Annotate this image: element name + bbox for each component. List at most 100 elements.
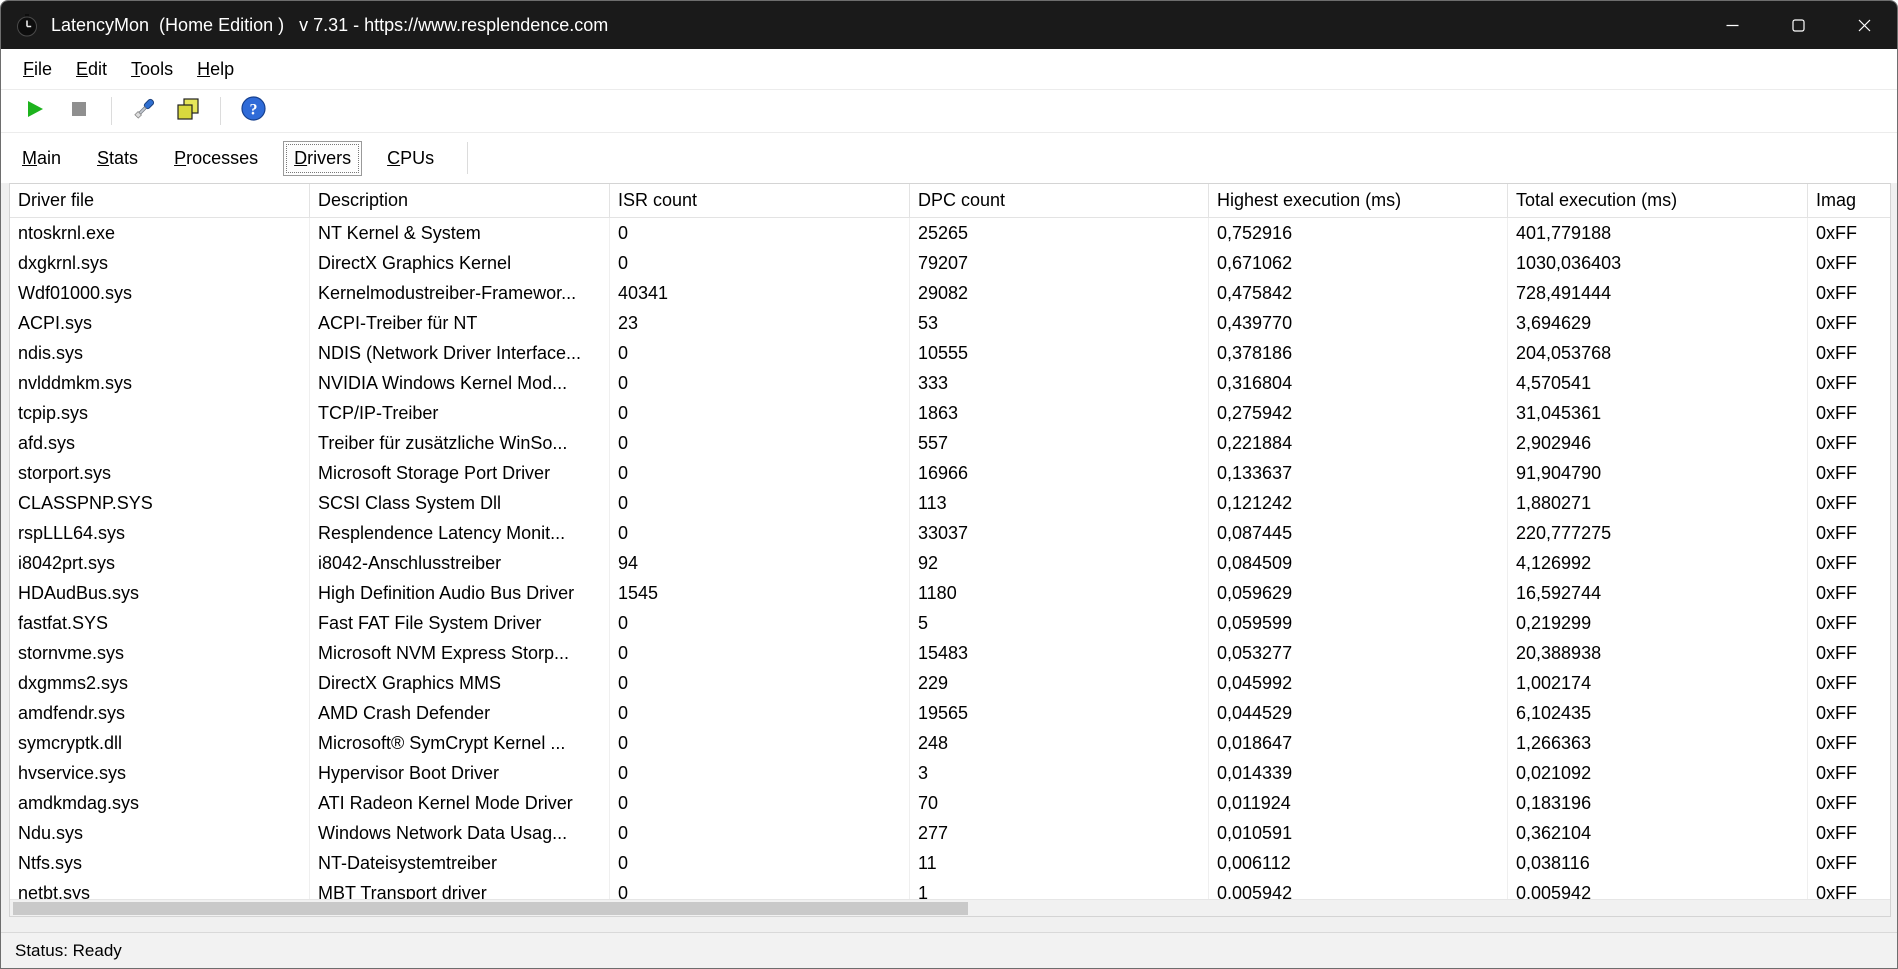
- stop-monitor-button[interactable]: [57, 92, 101, 130]
- table-cell: dxgmms2.sys: [10, 668, 310, 698]
- table-cell: 1863: [910, 398, 1209, 428]
- table-row[interactable]: ndis.sysNDIS (Network Driver Interface..…: [10, 338, 1890, 368]
- table-cell: 0,010591: [1209, 818, 1508, 848]
- drivers-table-body: ntoskrnl.exeNT Kernel & System0252650,75…: [10, 218, 1890, 899]
- table-row[interactable]: symcryptk.dllMicrosoft® SymCrypt Kernel …: [10, 728, 1890, 758]
- table-cell: 6,102435: [1508, 698, 1808, 728]
- table-cell: ntoskrnl.exe: [10, 218, 310, 248]
- options-button[interactable]: [122, 92, 166, 130]
- table-cell: amdkmdag.sys: [10, 788, 310, 818]
- table-row[interactable]: netbt.sysMBT Transport driver010,0059420…: [10, 878, 1890, 899]
- table-row[interactable]: nvlddmkm.sysNVIDIA Windows Kernel Mod...…: [10, 368, 1890, 398]
- table-cell: 11: [910, 848, 1209, 878]
- table-cell: 0,183196: [1508, 788, 1808, 818]
- table-cell: Ndu.sys: [10, 818, 310, 848]
- column-header-2[interactable]: ISR count: [610, 184, 910, 218]
- table-cell: 0,018647: [1209, 728, 1508, 758]
- table-cell: 1,266363: [1508, 728, 1808, 758]
- table-row[interactable]: i8042prt.sysi8042-Anschlusstreiber94920,…: [10, 548, 1890, 578]
- table-cell: 16,592744: [1508, 578, 1808, 608]
- table-cell: AMD Crash Defender: [310, 698, 610, 728]
- tab-cpus[interactable]: CPUs: [376, 141, 445, 176]
- menu-help[interactable]: Help: [185, 55, 246, 84]
- table-row[interactable]: HDAudBus.sysHigh Definition Audio Bus Dr…: [10, 578, 1890, 608]
- table-row[interactable]: dxgmms2.sysDirectX Graphics MMS02290,045…: [10, 668, 1890, 698]
- table-cell: ndis.sys: [10, 338, 310, 368]
- table-row[interactable]: ACPI.sysACPI-Treiber für NT23530,4397703…: [10, 308, 1890, 338]
- table-row[interactable]: afd.sysTreiber für zusätzliche WinSo...0…: [10, 428, 1890, 458]
- table-cell: 20,388938: [1508, 638, 1808, 668]
- column-header-4[interactable]: Highest execution (ms): [1209, 184, 1508, 218]
- table-cell: 1545: [610, 578, 910, 608]
- table-cell: 1,880271: [1508, 488, 1808, 518]
- table-cell: 0,752916: [1209, 218, 1508, 248]
- table-row[interactable]: stornvme.sysMicrosoft NVM Express Storp.…: [10, 638, 1890, 668]
- column-header-3[interactable]: DPC count: [910, 184, 1209, 218]
- table-cell: 23: [610, 308, 910, 338]
- table-row[interactable]: hvservice.sysHypervisor Boot Driver030,0…: [10, 758, 1890, 788]
- table-row[interactable]: dxgkrnl.sysDirectX Graphics Kernel079207…: [10, 248, 1890, 278]
- drivers-table: Driver fileDescriptionISR countDPC count…: [9, 183, 1891, 917]
- table-cell: stornvme.sys: [10, 638, 310, 668]
- table-cell: 204,053768: [1508, 338, 1808, 368]
- column-header-0[interactable]: Driver file: [10, 184, 310, 218]
- help-button[interactable]: ?: [231, 92, 275, 130]
- table-cell: 0xFF: [1808, 398, 1890, 428]
- table-row[interactable]: amdfendr.sysAMD Crash Defender0195650,04…: [10, 698, 1890, 728]
- horizontal-scrollbar[interactable]: [10, 899, 1890, 916]
- latencymon-window: LatencyMon (Home Edition ) v 7.31 - http…: [0, 0, 1898, 969]
- table-row[interactable]: rspLLL64.sysResplendence Latency Monit..…: [10, 518, 1890, 548]
- table-cell: 0xFF: [1808, 308, 1890, 338]
- table-cell: DirectX Graphics Kernel: [310, 248, 610, 278]
- table-cell: 220,777275: [1508, 518, 1808, 548]
- table-cell: dxgkrnl.sys: [10, 248, 310, 278]
- report-button[interactable]: [166, 92, 210, 130]
- menu-tools[interactable]: Tools: [119, 55, 185, 84]
- table-cell: Resplendence Latency Monit...: [310, 518, 610, 548]
- table-cell: 0,362104: [1508, 818, 1808, 848]
- table-cell: i8042-Anschlusstreiber: [310, 548, 610, 578]
- table-cell: 0xFF: [1808, 668, 1890, 698]
- menu-edit[interactable]: Edit: [64, 55, 119, 84]
- minimize-button[interactable]: [1699, 1, 1765, 49]
- table-cell: 3,694629: [1508, 308, 1808, 338]
- table-cell: 0: [610, 368, 910, 398]
- scrollbar-thumb[interactable]: [13, 902, 968, 915]
- table-cell: Fast FAT File System Driver: [310, 608, 610, 638]
- table-cell: 0,475842: [1209, 278, 1508, 308]
- table-cell: 0,011924: [1209, 788, 1508, 818]
- table-row[interactable]: fastfat.SYSFast FAT File System Driver05…: [10, 608, 1890, 638]
- table-row[interactable]: tcpip.sysTCP/IP-Treiber018630,27594231,0…: [10, 398, 1890, 428]
- maximize-button[interactable]: [1765, 1, 1831, 49]
- table-row[interactable]: Wdf01000.sysKernelmodustreiber-Framewor.…: [10, 278, 1890, 308]
- table-cell: 0xFF: [1808, 608, 1890, 638]
- tab-drivers[interactable]: Drivers: [283, 141, 362, 176]
- table-cell: 0xFF: [1808, 878, 1890, 899]
- table-cell: Microsoft NVM Express Storp...: [310, 638, 610, 668]
- table-row[interactable]: ntoskrnl.exeNT Kernel & System0252650,75…: [10, 218, 1890, 248]
- table-row[interactable]: CLASSPNP.SYSSCSI Class System Dll01130,1…: [10, 488, 1890, 518]
- table-cell: 0: [610, 788, 910, 818]
- table-cell: ATI Radeon Kernel Mode Driver: [310, 788, 610, 818]
- column-header-5[interactable]: Total execution (ms): [1508, 184, 1808, 218]
- tab-stats[interactable]: Stats: [86, 141, 149, 176]
- table-cell: 0: [610, 698, 910, 728]
- tab-processes[interactable]: Processes: [163, 141, 269, 176]
- column-header-6[interactable]: Imag: [1808, 184, 1890, 218]
- table-row[interactable]: amdkmdag.sysATI Radeon Kernel Mode Drive…: [10, 788, 1890, 818]
- menu-file[interactable]: File: [11, 55, 64, 84]
- table-row[interactable]: Ndu.sysWindows Network Data Usag...02770…: [10, 818, 1890, 848]
- table-cell: 0xFF: [1808, 578, 1890, 608]
- table-cell: 0,671062: [1209, 248, 1508, 278]
- table-cell: TCP/IP-Treiber: [310, 398, 610, 428]
- table-cell: 0: [610, 758, 910, 788]
- table-row[interactable]: Ntfs.sysNT-Dateisystemtreiber0110,006112…: [10, 848, 1890, 878]
- close-button[interactable]: [1831, 1, 1897, 49]
- start-monitor-button[interactable]: [13, 92, 57, 130]
- titlebar[interactable]: LatencyMon (Home Edition ) v 7.31 - http…: [1, 1, 1897, 49]
- column-header-1[interactable]: Description: [310, 184, 610, 218]
- table-cell: 0,005942: [1508, 878, 1808, 899]
- table-row[interactable]: storport.sysMicrosoft Storage Port Drive…: [10, 458, 1890, 488]
- tab-main[interactable]: Main: [11, 141, 72, 176]
- table-cell: 248: [910, 728, 1209, 758]
